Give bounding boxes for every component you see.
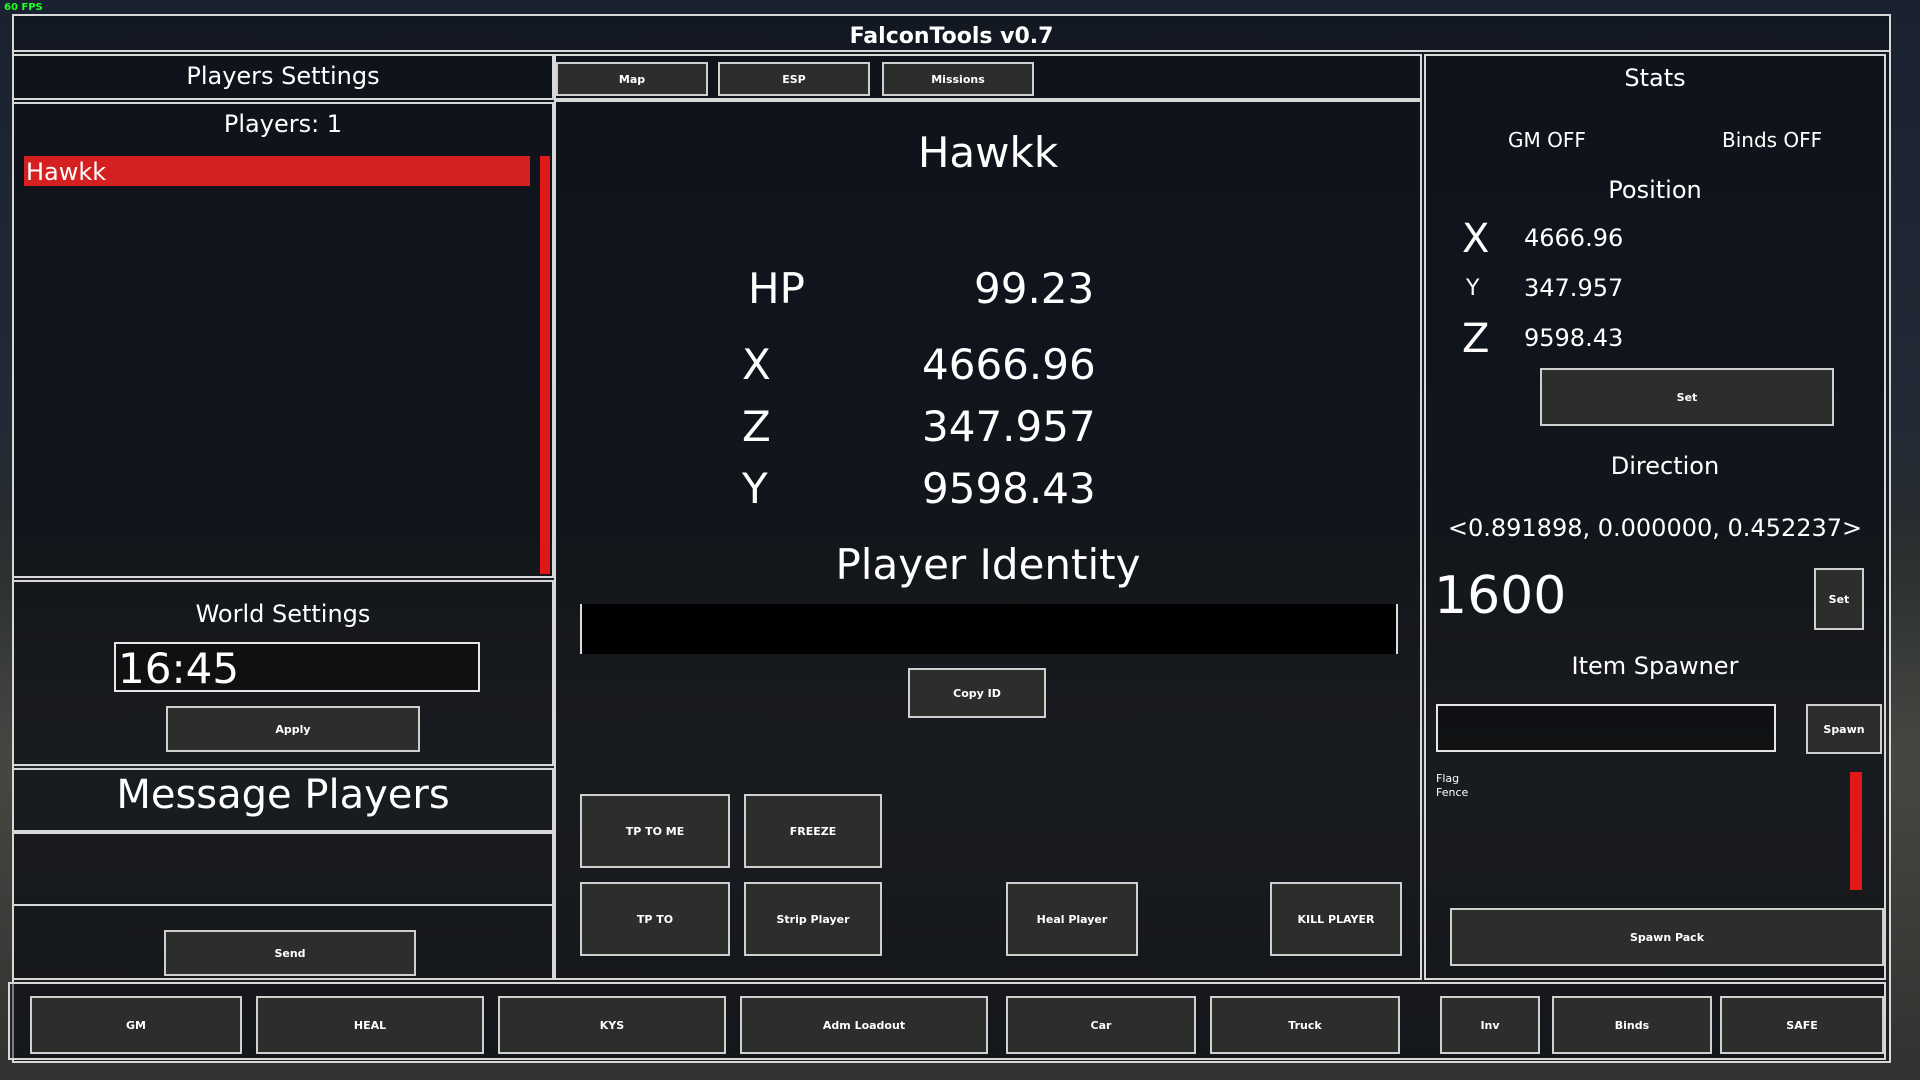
kill-player-button[interactable]: KILL PLAYER bbox=[1270, 882, 1402, 956]
strip-player-button[interactable]: Strip Player bbox=[744, 882, 882, 956]
binds-status: Binds OFF bbox=[1722, 128, 1823, 152]
set-position-button[interactable]: Set bbox=[1540, 368, 1834, 426]
time-input-value: 16:45 bbox=[118, 644, 240, 693]
inv-button[interactable]: Inv bbox=[1440, 996, 1540, 1054]
spawn-pack-button[interactable]: Spawn Pack bbox=[1450, 908, 1884, 966]
gm-status: GM OFF bbox=[1508, 128, 1586, 152]
x-label: X bbox=[742, 340, 771, 389]
app-title: FalconTools v0.7 bbox=[849, 24, 1054, 49]
tab-bar: Map ESP Missions bbox=[554, 54, 1422, 100]
pos-y-value: 347.957 bbox=[1524, 274, 1624, 302]
kys-button[interactable]: KYS bbox=[498, 996, 726, 1054]
z-label: Z bbox=[742, 402, 771, 451]
send-button[interactable]: Send bbox=[164, 930, 416, 976]
position-header: Position bbox=[1608, 176, 1702, 204]
distance-value[interactable]: 1600 bbox=[1434, 566, 1566, 626]
selected-player-name: Hawkk bbox=[917, 128, 1059, 177]
item-spawner-header: Item Spawner bbox=[1571, 652, 1739, 680]
title-divider bbox=[12, 50, 1891, 52]
pos-z-value: 9598.43 bbox=[1524, 324, 1624, 352]
set-distance-button[interactable]: Set bbox=[1814, 568, 1864, 630]
spawn-item-fence[interactable]: Fence bbox=[1436, 786, 1468, 799]
tab-esp[interactable]: ESP bbox=[718, 62, 870, 96]
tp-to-button[interactable]: TP TO bbox=[580, 882, 730, 956]
item-spawner-input[interactable] bbox=[1436, 704, 1776, 752]
stats-header: Stats bbox=[1624, 64, 1686, 92]
x-value: 4666.96 bbox=[922, 340, 1096, 389]
bottom-toolbar: GM HEAL KYS Adm Loadout Car Truck Inv Bi… bbox=[8, 982, 1886, 1060]
direction-header: Direction bbox=[1610, 452, 1720, 480]
spawn-list-scrollbar[interactable] bbox=[1850, 772, 1862, 890]
adm-loadout-button[interactable]: Adm Loadout bbox=[740, 996, 988, 1054]
world-settings-header: World Settings bbox=[195, 600, 371, 628]
spawn-item-flag[interactable]: Flag bbox=[1436, 772, 1459, 785]
hp-label: HP bbox=[748, 264, 805, 313]
apply-button[interactable]: Apply bbox=[166, 706, 420, 752]
message-input[interactable] bbox=[12, 832, 554, 906]
player-identity-header: Player Identity bbox=[835, 540, 1141, 589]
message-players-header: Message Players bbox=[116, 772, 450, 818]
y-value: 9598.43 bbox=[922, 464, 1096, 513]
binds-button[interactable]: Binds bbox=[1552, 996, 1712, 1054]
gm-button[interactable]: GM bbox=[30, 996, 242, 1054]
copy-id-button[interactable]: Copy ID bbox=[908, 668, 1046, 718]
pos-z-label: Z bbox=[1462, 316, 1490, 362]
time-input[interactable]: 16:45 bbox=[114, 642, 480, 693]
heal-button[interactable]: HEAL bbox=[256, 996, 484, 1054]
truck-button[interactable]: Truck bbox=[1210, 996, 1400, 1054]
safe-button[interactable]: SAFE bbox=[1720, 996, 1884, 1054]
freeze-button[interactable]: FREEZE bbox=[744, 794, 882, 868]
players-header-panel: Players Settings bbox=[12, 54, 554, 100]
pos-y-label: Y bbox=[1466, 276, 1480, 301]
fps-counter: 60 FPS bbox=[4, 2, 43, 13]
message-send-panel: Send bbox=[12, 906, 554, 980]
players-list-panel: Players: 1 Hawkk bbox=[12, 102, 554, 578]
tp-to-me-button[interactable]: TP TO ME bbox=[580, 794, 730, 868]
players-count: Players: 1 bbox=[223, 110, 343, 138]
pos-x-value: 4666.96 bbox=[1524, 224, 1624, 252]
player-list-item[interactable]: Hawkk bbox=[24, 156, 530, 186]
spawn-button[interactable]: Spawn bbox=[1806, 704, 1882, 754]
stats-panel: Stats GM OFF Binds OFF Position X 4666.9… bbox=[1424, 54, 1886, 980]
world-settings-panel: World Settings 16:45 Apply bbox=[12, 580, 554, 766]
players-scrollbar[interactable] bbox=[540, 156, 550, 574]
tab-map[interactable]: Map bbox=[556, 62, 708, 96]
heal-player-button[interactable]: Heal Player bbox=[1006, 882, 1138, 956]
y-label: Y bbox=[742, 464, 768, 513]
player-detail-panel: Hawkk HP 99.23 X 4666.96 Z 347.957 Y 959… bbox=[554, 100, 1422, 980]
pos-x-label: X bbox=[1462, 216, 1490, 262]
z-value: 347.957 bbox=[922, 402, 1096, 451]
players-settings-header: Players Settings bbox=[186, 62, 380, 90]
message-header-panel: Message Players bbox=[12, 768, 554, 832]
direction-value: <0.891898, 0.000000, 0.452237> bbox=[1447, 514, 1863, 542]
car-button[interactable]: Car bbox=[1006, 996, 1196, 1054]
tab-missions[interactable]: Missions bbox=[882, 62, 1034, 96]
player-list-item-label: Hawkk bbox=[26, 158, 107, 186]
player-identity-field[interactable] bbox=[580, 604, 1398, 654]
hp-value: 99.23 bbox=[974, 264, 1095, 313]
